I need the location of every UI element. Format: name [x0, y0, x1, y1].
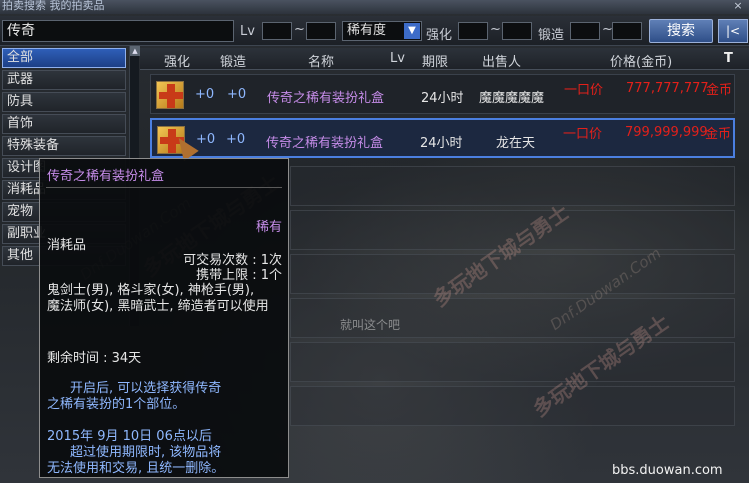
enhance-min-input[interactable] — [458, 22, 488, 40]
row-currency: 金币 — [706, 83, 733, 98]
sidebar-item-weapon[interactable]: 武器 — [2, 70, 126, 90]
enhance-label: 强化 — [426, 28, 453, 43]
empty-row — [290, 342, 735, 382]
site-watermark: bbs.duowan.com — [612, 463, 723, 478]
row-buyout-label: 一口价 — [563, 127, 603, 142]
row-buyout-label: 一口价 — [564, 83, 604, 98]
row-seller: 龙在天 — [496, 136, 536, 151]
col-price[interactable]: 价格(金币) — [610, 51, 672, 70]
search-input[interactable]: 传奇 — [2, 20, 234, 42]
row-forge: +0 — [226, 132, 246, 147]
row-enhance: +0 — [195, 87, 215, 102]
col-name[interactable]: 名称 — [308, 51, 334, 70]
row-seller: 魔魔魔魔魔 — [479, 91, 545, 106]
tooltip-expire-line2: 无法使用和交易, 且统一删除。 — [47, 461, 225, 476]
lv-max-input[interactable] — [306, 22, 336, 40]
tooltip-desc-line2: 之稀有装扮的1个部位。 — [47, 397, 186, 412]
window-titlebar: 拍卖搜索 我的拍卖品 × — [0, 0, 749, 14]
lv-label: Lv — [240, 24, 255, 39]
col-duration[interactable]: 期限 — [422, 51, 448, 70]
row-forge: +0 — [227, 87, 247, 102]
close-icon[interactable]: × — [731, 0, 745, 13]
lv-tilde: ~ — [294, 22, 305, 37]
row-currency: 金币 — [705, 127, 732, 142]
item-tooltip: 传奇之稀有装扮礼盒 稀有 消耗品 可交易次数 : 1次 携带上限 : 1个 鬼剑… — [39, 158, 289, 478]
column-header: 强化 锻造 名称 Lv 期限 出售人 价格(金币) T — [140, 48, 749, 70]
tooltip-remaining-time: 剩余时间 : 34天 — [47, 351, 142, 366]
row-price: 777,777,777 — [626, 81, 709, 96]
row-enhance: +0 — [196, 132, 216, 147]
gift-box-icon — [156, 81, 184, 109]
tooltip-title: 传奇之稀有装扮礼盒 — [47, 169, 165, 184]
row-duration: 24小时 — [421, 91, 464, 106]
row-name: 传奇之稀有装扮礼盒 — [267, 91, 385, 106]
col-enhance[interactable]: 强化 — [164, 51, 190, 70]
table-row[interactable]: +0 +0 传奇之稀有装扮礼盒 24小时 魔魔魔魔魔 一口价 777,777,7… — [150, 74, 735, 114]
window-title: 拍卖搜索 我的拍卖品 — [2, 0, 105, 12]
row-duration: 24小时 — [420, 136, 463, 151]
rarity-select-value: 稀有度 — [347, 23, 387, 38]
tooltip-rarity: 稀有 — [255, 220, 282, 235]
tooltip-category: 消耗品 — [47, 238, 87, 253]
background-chat-text: 就叫这个吧 — [340, 318, 401, 332]
sidebar-item-accessory[interactable]: 首饰 — [2, 114, 126, 134]
enhance-max-input[interactable] — [502, 22, 532, 40]
row-price: 799,999,999 — [625, 125, 708, 140]
scroll-up-icon[interactable]: ▲ — [130, 46, 140, 56]
sidebar-item-all[interactable]: 全部 — [2, 48, 126, 68]
tooltip-divider — [46, 187, 282, 188]
sort-icon[interactable]: T — [724, 51, 733, 66]
row-name: 传奇之稀有装扮礼盒 — [266, 136, 384, 151]
sidebar-item-armor[interactable]: 防具 — [2, 92, 126, 112]
enhance-tilde: ~ — [490, 22, 501, 37]
col-lv[interactable]: Lv — [390, 51, 405, 66]
empty-row — [290, 386, 735, 426]
search-button[interactable]: 搜索 — [649, 19, 713, 43]
empty-row — [290, 166, 735, 206]
tooltip-classes-line2: 魔法师(女), 黑暗武士, 缔造者可以使用 — [47, 299, 269, 314]
col-forge[interactable]: 锻造 — [220, 51, 246, 70]
forge-label: 锻造 — [538, 28, 565, 43]
forge-max-input[interactable] — [612, 22, 642, 40]
sidebar-item-special[interactable]: 特殊装备 — [2, 136, 126, 156]
chevron-down-icon[interactable]: ▼ — [404, 23, 420, 39]
search-bar: 传奇 Lv ~ 稀有度 ▼ 强化 ~ 锻造 ~ 搜索 |< — [0, 16, 749, 46]
lv-min-input[interactable] — [262, 22, 292, 40]
first-page-button[interactable]: |< — [718, 19, 748, 43]
table-row-selected[interactable]: +0 +0 传奇之稀有装扮礼盒 24小时 龙在天 一口价 799,999,999… — [150, 118, 735, 158]
col-seller[interactable]: 出售人 — [482, 51, 521, 70]
rarity-select[interactable]: 稀有度 ▼ — [342, 21, 422, 41]
forge-min-input[interactable] — [570, 22, 600, 40]
